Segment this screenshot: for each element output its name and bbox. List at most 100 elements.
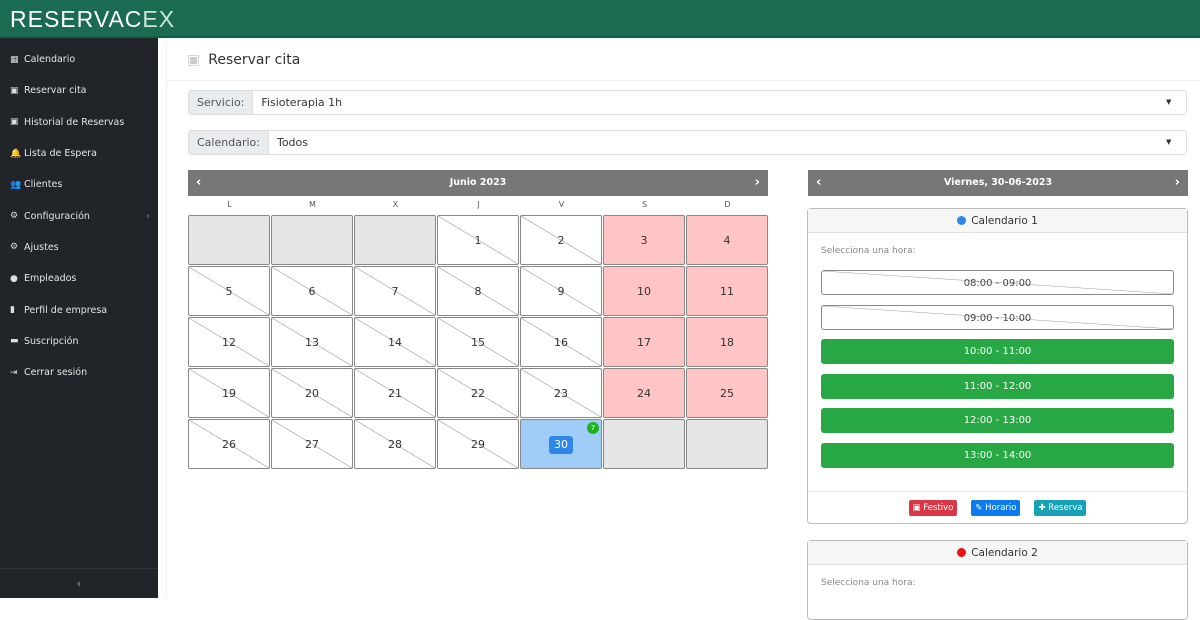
- collapse-sidebar-button[interactable]: ‹: [0, 568, 158, 598]
- day-number: 5: [225, 285, 233, 298]
- day-cell-25[interactable]: 25: [686, 368, 768, 418]
- weekday-header: D: [724, 200, 731, 209]
- day-number: 13: [305, 336, 319, 349]
- calendar-check-icon: ▣: [10, 117, 19, 128]
- card-header: Calendario 1: [808, 209, 1187, 233]
- day-number: 26: [222, 438, 236, 451]
- sidebar-item-configuración[interactable]: ⚙ Configuración ›: [0, 200, 158, 231]
- next-day-button[interactable]: ›: [1175, 170, 1180, 196]
- time-slot: 09:00 - 10:00: [821, 304, 1174, 330]
- day-cell-4[interactable]: 4: [686, 215, 768, 265]
- sidebar-item-lista-de-espera[interactable]: 🔔 Lista de Espera: [0, 138, 158, 169]
- day-cell-13: 13: [271, 317, 353, 367]
- button-label: Festivo: [923, 503, 954, 513]
- sidebar-item-calendario[interactable]: ▦ Calendario: [0, 44, 158, 75]
- day-number: 17: [637, 336, 651, 349]
- calendar-label: Calendario:: [189, 131, 269, 154]
- reserva-button[interactable]: ✚ Reserva: [1034, 500, 1087, 516]
- service-label: Servicio:: [189, 91, 254, 114]
- sidebar-item-label: Clientes: [24, 179, 63, 191]
- day-cell-27: 27: [271, 419, 353, 469]
- day-cell-22: 22: [437, 368, 519, 418]
- festivo-icon: ▣: [912, 503, 924, 513]
- day-cell-9: 9: [520, 266, 602, 316]
- gear-icon: ⚙: [10, 211, 19, 222]
- page-title-text: Reservar cita: [208, 52, 301, 68]
- brand-main: RESERVAC: [10, 6, 143, 32]
- day-cell-24[interactable]: 24: [603, 368, 685, 418]
- day-title: Viernes, 30-06-2023: [943, 177, 1053, 188]
- sidebar-item-empleados[interactable]: ● Empleados: [0, 263, 158, 294]
- day-number: 23: [554, 387, 568, 400]
- calendar-icon: ▦: [10, 54, 19, 65]
- day-number: 24: [637, 387, 651, 400]
- time-slot[interactable]: 11:00 - 12:00: [821, 373, 1174, 399]
- sidebar: ▦ Calendario ▣ Reservar cita ▣ Historial de R…: [0, 38, 158, 598]
- time-slot[interactable]: 12:00 - 13:00: [821, 408, 1174, 433]
- day-number: 10: [637, 285, 651, 298]
- select-hour-hint: Selecciona una hora:: [821, 578, 916, 588]
- day-number: 9: [557, 285, 565, 298]
- calendar-value[interactable]: Todos: [269, 131, 1166, 154]
- time-slot[interactable]: 10:00 - 11:00: [821, 339, 1174, 364]
- sidebar-item-perfil-de-empresa[interactable]: ▮ Perfil de empresa: [0, 294, 158, 325]
- sidebar-item-suscripción[interactable]: ▬ Suscripción: [0, 326, 158, 357]
- day-cell-29: 29: [437, 419, 519, 469]
- calendar-select[interactable]: Calendario: Todos ▼: [188, 130, 1187, 155]
- day-number: 8: [474, 285, 482, 298]
- sidebar-item-clientes[interactable]: 👥 Clientes: [0, 169, 158, 200]
- day-cell-17[interactable]: 17: [603, 317, 685, 367]
- horario-icon: ✎: [975, 503, 986, 513]
- sidebar-item-label: Historial de Reservas: [24, 116, 125, 128]
- sidebar-item-label: Ajustes: [24, 241, 59, 253]
- credit-card-icon: ▬: [10, 336, 19, 347]
- sidebar-item-historial-de-reservas[interactable]: ▣ Historial de Reservas: [0, 107, 158, 138]
- day-number: 30: [549, 436, 573, 454]
- time-slot[interactable]: 13:00 - 14:00: [821, 442, 1174, 468]
- day-cell-14: 14: [354, 317, 436, 367]
- day-cell-30[interactable]: 30 7: [520, 419, 602, 469]
- service-select[interactable]: Servicio: Fisioterapia 1h ▼: [188, 90, 1187, 115]
- day-cell-10[interactable]: 10: [603, 266, 685, 316]
- calendar-name: Calendario 1: [971, 215, 1038, 227]
- sidebar-item-label: Empleados: [24, 273, 77, 285]
- prev-day-button[interactable]: ‹: [816, 170, 821, 196]
- brand-accent: EX: [142, 6, 176, 32]
- weekday-header: S: [641, 200, 648, 209]
- building-icon: ▮: [10, 305, 15, 316]
- day-cell-16: 16: [520, 317, 602, 367]
- day-number: 27: [305, 438, 319, 451]
- sidebar-item-reservar-cita[interactable]: ▣ Reservar cita: [0, 75, 158, 106]
- day-cell-28: 28: [354, 419, 436, 469]
- sidebar-item-ajustes[interactable]: ⚙ Ajustes: [0, 232, 158, 263]
- day-number: 21: [388, 387, 402, 400]
- day-number: 12: [222, 336, 236, 349]
- day-number: 25: [720, 387, 734, 400]
- sidebar-item-label: Calendario: [24, 54, 76, 66]
- festivo-button[interactable]: ▣ Festivo: [908, 500, 958, 516]
- day-number: 3: [640, 234, 648, 247]
- calendar-name: Calendario 2: [971, 547, 1038, 559]
- service-value[interactable]: Fisioterapia 1h: [253, 91, 1166, 114]
- brand-logo[interactable]: RESERVACEX: [10, 6, 175, 33]
- time-slot: 08:00 - 09:00: [821, 270, 1174, 295]
- card-footer: ▣ Festivo ✎ Horario ✚ Reserva: [808, 491, 1187, 523]
- weekday-header: V: [558, 200, 565, 209]
- sign-out-icon: ⇥: [10, 367, 18, 378]
- day-number: 6: [308, 285, 316, 298]
- day-number: 7: [391, 285, 399, 298]
- day-number: 16: [554, 336, 568, 349]
- day-number: 1: [474, 234, 482, 247]
- day-cell-18[interactable]: 18: [686, 317, 768, 367]
- day-cell-3[interactable]: 3: [603, 215, 685, 265]
- next-month-button[interactable]: ›: [755, 170, 760, 196]
- sidebar-item-cerrar-sesión[interactable]: ⇥ Cerrar sesión: [0, 357, 158, 388]
- horario-button[interactable]: ✎ Horario: [971, 500, 1021, 516]
- calendar-color-dot: [957, 216, 967, 225]
- day-cell-11[interactable]: 11: [686, 266, 768, 316]
- empty-cell: [354, 215, 436, 265]
- calendar-card-1: Calendario 1 Selecciona una hora: 08:00 …: [807, 208, 1188, 524]
- prev-month-button[interactable]: ‹: [196, 170, 201, 196]
- day-number: 20: [305, 387, 319, 400]
- day-cell-8: 8: [437, 266, 519, 316]
